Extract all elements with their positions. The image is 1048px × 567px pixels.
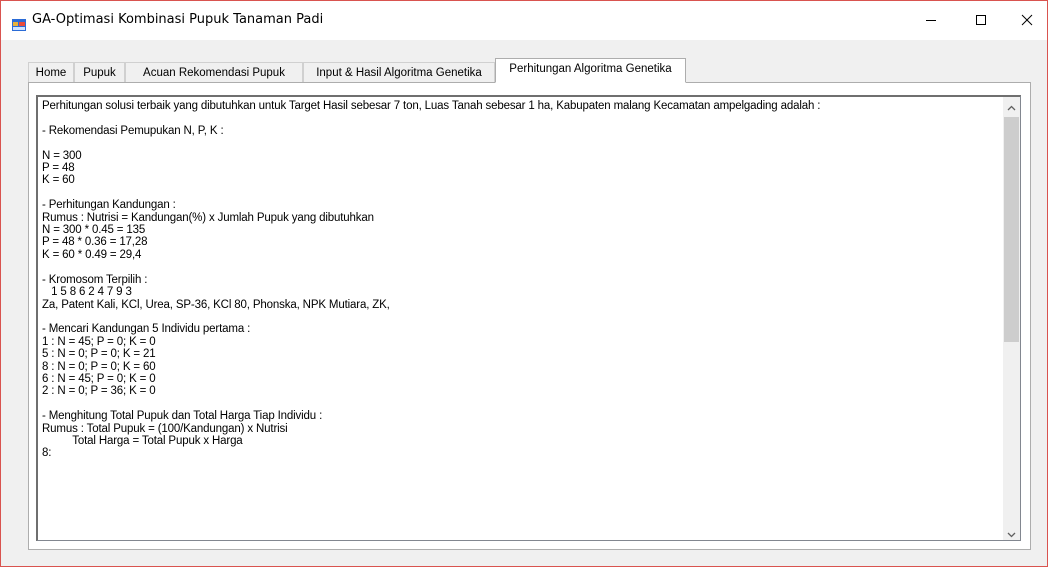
close-icon	[1021, 11, 1033, 30]
output-line: 2 : N = 0; P = 36; K = 0	[42, 385, 156, 398]
output-line: K = 60 * 0.49 = 29,4	[42, 248, 142, 261]
scroll-up-button[interactable]	[1003, 97, 1020, 114]
output-line: - Mencari Kandungan 5 Individu pertama :	[42, 323, 251, 336]
maximize-button[interactable]	[958, 1, 1004, 40]
output-line: Za, Patent Kali, KCl, Urea, SP-36, KCl 8…	[42, 298, 390, 311]
windows-form-icon[interactable]	[12, 16, 26, 31]
tab-acuan-rekomendasi-pupuk[interactable]: Acuan Rekomendasi Pupuk	[125, 62, 303, 82]
output-line: Perhitungan solusi terbaik yang dibutuhk…	[42, 100, 821, 112]
output-line: - Rekomendasi Pemupukan N, P, K :	[42, 124, 224, 137]
tab-strip: Home Pupuk Acuan Rekomendasi Pupuk Input…	[28, 57, 1028, 83]
calculation-output-textbox[interactable]: Perhitungan solusi terbaik yang dibutuhk…	[36, 95, 1021, 541]
tab-perhitungan-algoritma-genetika[interactable]: Perhitungan Algoritma Genetika	[495, 58, 686, 83]
vertical-scrollbar[interactable]	[1003, 97, 1020, 540]
window-title: GA-Optimasi Kombinasi Pupuk Tanaman Padi	[32, 12, 324, 27]
output-line: - Kromosom Terpilih :	[42, 273, 148, 286]
scroll-up-arrow-icon	[1007, 97, 1016, 115]
tab-pupuk[interactable]: Pupuk	[74, 62, 125, 82]
output-line: K = 60	[42, 174, 75, 187]
output-line: 8 : N = 0; P = 0; K = 60	[42, 360, 156, 373]
tab-input-hasil-algoritma-genetika[interactable]: Input & Hasil Algoritma Genetika	[303, 62, 495, 82]
maximize-icon	[975, 11, 987, 30]
minimize-button[interactable]	[908, 1, 954, 40]
output-line: 8:	[42, 447, 52, 460]
tab-page-perhitungan: Perhitungan solusi terbaik yang dibutuhk…	[28, 82, 1031, 550]
app-window: GA-Optimasi Kombinasi Pupuk Tanaman Padi…	[0, 0, 1048, 567]
output-line: - Perhitungan Kandungan :	[42, 199, 176, 212]
minimize-icon	[925, 11, 937, 30]
scroll-down-arrow-icon	[1007, 523, 1016, 540]
output-line: 6 : N = 45; P = 0; K = 0	[42, 372, 156, 385]
tab-home[interactable]: Home	[28, 62, 74, 82]
output-line: Rumus : Nutrisi = Kandungan(%) x Jumlah …	[42, 211, 374, 224]
calculation-output-text[interactable]: Perhitungan solusi terbaik yang dibutuhk…	[42, 100, 992, 460]
output-line: Rumus : Total Pupuk = (100/Kandungan) x …	[42, 422, 288, 435]
title-bar[interactable]: GA-Optimasi Kombinasi Pupuk Tanaman Padi	[1, 1, 1047, 40]
close-button[interactable]	[1004, 1, 1048, 40]
output-line: - Menghitung Total Pupuk dan Total Harga…	[42, 410, 323, 423]
output-line: 1 : N = 45; P = 0; K = 0	[42, 335, 156, 348]
output-line: Total Harga = Total Pupuk x Harga	[42, 434, 243, 447]
scroll-thumb[interactable]	[1004, 117, 1019, 342]
scroll-down-button[interactable]	[1003, 523, 1020, 540]
output-line: P = 48 * 0.36 = 17,28	[42, 236, 148, 249]
output-line: 1 5 8 6 2 4 7 9 3	[42, 286, 132, 299]
output-line: N = 300	[42, 149, 82, 162]
output-line: 5 : N = 0; P = 0; K = 21	[42, 348, 156, 361]
output-line: P = 48	[42, 162, 75, 175]
output-line: N = 300 * 0.45 = 135	[42, 224, 146, 237]
